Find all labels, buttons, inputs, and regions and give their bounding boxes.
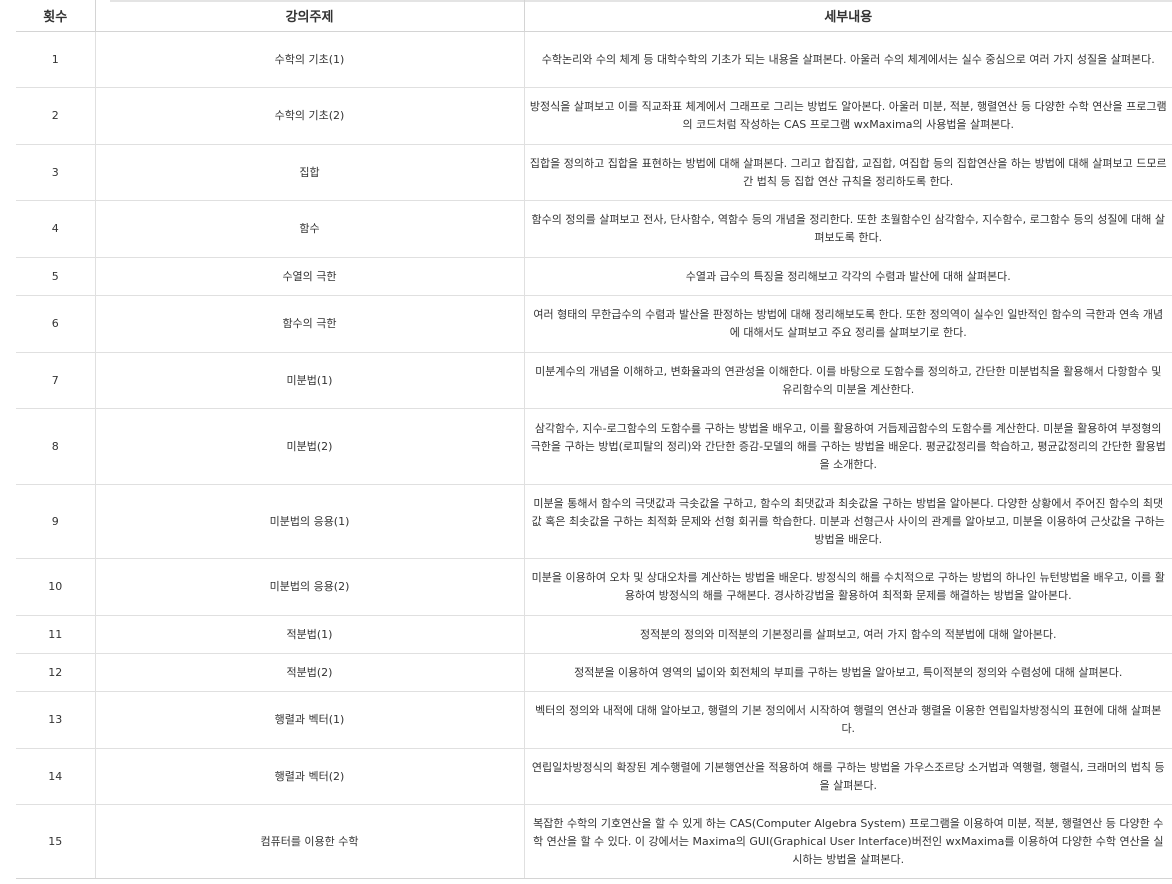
lecture-detail: 수학논리와 수의 체계 등 대학수학의 기초가 되는 내용을 살펴본다. 아울러… bbox=[523, 31, 1172, 88]
table-row: 2 수학의 기초(2) 방정식을 살펴보고 이를 직교좌표 체계에서 그래프로 … bbox=[16, 87, 1172, 145]
lecture-topic: 집합 bbox=[94, 144, 524, 201]
table-row: 7 미분법(1) 미분계수의 개념을 이해하고, 변화율과의 연관성을 이해한다… bbox=[16, 352, 1172, 409]
lecture-topic: 적분법(2) bbox=[94, 653, 524, 692]
session-number: 7 bbox=[16, 352, 95, 409]
lecture-topic: 미분법의 응용(2) bbox=[94, 558, 524, 616]
header-lecture-topic: 강의주제 bbox=[94, 0, 524, 32]
lecture-topic: 행렬과 벡터(2) bbox=[94, 748, 524, 805]
session-number: 1 bbox=[16, 31, 95, 88]
lecture-detail: 연립일차방정식의 확장된 계수행렬에 기본행연산을 적용하여 해를 구하는 방법… bbox=[523, 748, 1172, 805]
session-number: 13 bbox=[16, 691, 95, 749]
lecture-detail: 미분계수의 개념을 이해하고, 변화율과의 연관성을 이해한다. 이를 바탕으로… bbox=[523, 352, 1172, 409]
lecture-detail: 벡터의 정의와 내적에 대해 알아보고, 행렬의 기본 정의에서 시작하여 행렬… bbox=[523, 691, 1172, 749]
table-row: 6 함수의 극한 여러 형태의 무한급수의 수렴과 발산을 판정하는 방법에 대… bbox=[16, 295, 1172, 353]
lecture-detail: 미분을 통해서 함수의 극댓값과 극솟값을 구하고, 함수의 최댓값과 최솟값을… bbox=[523, 484, 1172, 559]
session-number: 4 bbox=[16, 200, 95, 258]
session-number: 6 bbox=[16, 295, 95, 353]
table-row: 12 적분법(2) 정적분을 이용하여 영역의 넓이와 회전체의 부피를 구하는… bbox=[16, 653, 1172, 692]
lecture-topic: 수학의 기초(2) bbox=[94, 87, 524, 145]
lecture-detail: 집합을 정의하고 집합을 표현하는 방법에 대해 살펴본다. 그리고 합집합, … bbox=[523, 144, 1172, 201]
table-row: 11 적분법(1) 정적분의 정의와 미적분의 기본정리를 살펴보고, 여러 가… bbox=[16, 615, 1172, 654]
session-number: 8 bbox=[16, 408, 95, 485]
session-number: 9 bbox=[16, 484, 95, 559]
lecture-detail: 정적분을 이용하여 영역의 넓이와 회전체의 부피를 구하는 방법을 알아보고,… bbox=[523, 653, 1172, 692]
session-number: 3 bbox=[16, 144, 95, 201]
header-row: 횟수 강의주제 세부내용 bbox=[16, 0, 1172, 32]
table-row: 10 미분법의 응용(2) 미분을 이용하여 오차 및 상대오차를 계산하는 방… bbox=[16, 558, 1172, 616]
lecture-detail: 여러 형태의 무한급수의 수렴과 발산을 판정하는 방법에 대해 정리해보도록 … bbox=[523, 295, 1172, 353]
lecture-topic: 행렬과 벡터(1) bbox=[94, 691, 524, 749]
lecture-topic: 적분법(1) bbox=[94, 615, 524, 654]
session-number: 14 bbox=[16, 748, 95, 805]
lecture-topic: 컴퓨터를 이용한 수학 bbox=[94, 804, 524, 879]
lecture-detail: 삼각함수, 지수-로그함수의 도함수를 구하는 방법을 배우고, 이를 활용하여… bbox=[523, 408, 1172, 485]
lecture-detail: 방정식을 살펴보고 이를 직교좌표 체계에서 그래프로 그리는 방법도 알아본다… bbox=[523, 87, 1172, 145]
lecture-detail: 수열과 급수의 특징을 정리해보고 각각의 수렴과 발산에 대해 살펴본다. bbox=[523, 257, 1172, 296]
lecture-detail: 정적분의 정의와 미적분의 기본정리를 살펴보고, 여러 가지 함수의 적분법에… bbox=[523, 615, 1172, 654]
syllabus-table: 횟수 강의주제 세부내용 1 수학의 기초(1) 수학논리와 수의 체계 등 대… bbox=[16, 0, 1172, 879]
lecture-detail: 함수의 정의를 살펴보고 전사, 단사함수, 역함수 등의 개념을 정리한다. … bbox=[523, 200, 1172, 258]
lecture-detail: 미분을 이용하여 오차 및 상대오차를 계산하는 방법을 배운다. 방정식의 해… bbox=[523, 558, 1172, 616]
lecture-topic: 수열의 극한 bbox=[94, 257, 524, 296]
lecture-topic: 미분법(2) bbox=[94, 408, 524, 485]
session-number: 11 bbox=[16, 615, 95, 654]
lecture-topic: 함수의 극한 bbox=[94, 295, 524, 353]
table-row: 5 수열의 극한 수열과 급수의 특징을 정리해보고 각각의 수렴과 발산에 대… bbox=[16, 257, 1172, 296]
lecture-topic: 수학의 기초(1) bbox=[94, 31, 524, 88]
table-row: 8 미분법(2) 삼각함수, 지수-로그함수의 도함수를 구하는 방법을 배우고… bbox=[16, 408, 1172, 485]
header-session-no: 횟수 bbox=[16, 0, 95, 32]
lecture-topic: 미분법의 응용(1) bbox=[94, 484, 524, 559]
table-row: 13 행렬과 벡터(1) 벡터의 정의와 내적에 대해 알아보고, 행렬의 기본… bbox=[16, 691, 1172, 749]
table-body: 1 수학의 기초(1) 수학논리와 수의 체계 등 대학수학의 기초가 되는 내… bbox=[16, 31, 1172, 879]
lecture-topic: 함수 bbox=[94, 200, 524, 258]
session-number: 2 bbox=[16, 87, 95, 145]
header-details: 세부내용 bbox=[523, 0, 1172, 32]
table-row: 4 함수 함수의 정의를 살펴보고 전사, 단사함수, 역함수 등의 개념을 정… bbox=[16, 200, 1172, 258]
table-row: 9 미분법의 응용(1) 미분을 통해서 함수의 극댓값과 극솟값을 구하고, … bbox=[16, 484, 1172, 559]
lecture-topic: 미분법(1) bbox=[94, 352, 524, 409]
table-row: 1 수학의 기초(1) 수학논리와 수의 체계 등 대학수학의 기초가 되는 내… bbox=[16, 31, 1172, 88]
session-number: 15 bbox=[16, 804, 95, 879]
session-number: 10 bbox=[16, 558, 95, 616]
session-number: 5 bbox=[16, 257, 95, 296]
table-row: 3 집합 집합을 정의하고 집합을 표현하는 방법에 대해 살펴본다. 그리고 … bbox=[16, 144, 1172, 201]
table-row: 14 행렬과 벡터(2) 연립일차방정식의 확장된 계수행렬에 기본행연산을 적… bbox=[16, 748, 1172, 805]
lecture-detail: 복잡한 수학의 기호연산을 할 수 있게 하는 CAS(Computer Alg… bbox=[523, 804, 1172, 879]
table-row: 15 컴퓨터를 이용한 수학 복잡한 수학의 기호연산을 할 수 있게 하는 C… bbox=[16, 804, 1172, 879]
table-header: 횟수 강의주제 세부내용 bbox=[16, 0, 1172, 32]
session-number: 12 bbox=[16, 653, 95, 692]
